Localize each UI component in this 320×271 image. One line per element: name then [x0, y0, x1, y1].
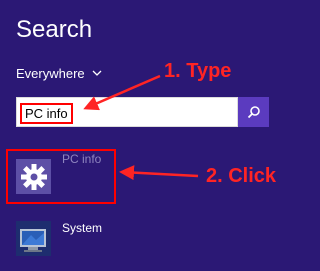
arrow-to-search [83, 74, 161, 111]
arrow-to-result [119, 165, 199, 181]
annotation-arrows [83, 74, 199, 181]
